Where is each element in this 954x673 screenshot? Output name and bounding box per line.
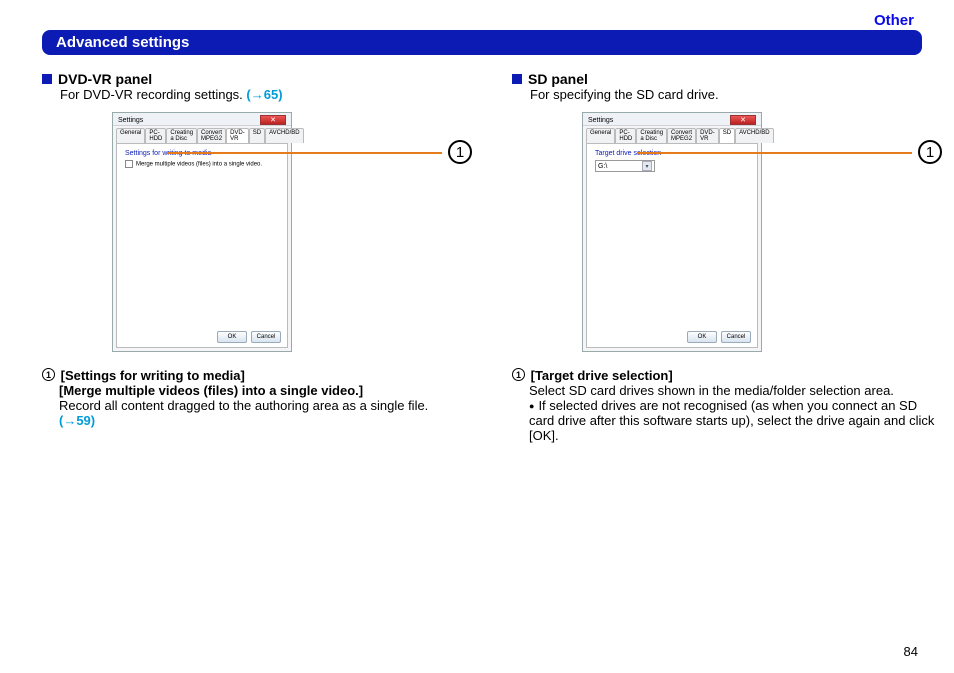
tab-create-disc[interactable]: Creating a Disc — [166, 128, 197, 143]
tab-avchdbd[interactable]: AVCHD/BD — [735, 128, 774, 143]
ok-button[interactable]: OK — [217, 331, 247, 343]
panel-title-sd: SD panel — [528, 71, 588, 87]
explain-body: Record all content dragged to the author… — [59, 398, 472, 413]
desc-text: For DVD-VR recording settings. — [60, 87, 246, 102]
link-59[interactable]: (→59) — [59, 413, 95, 428]
chevron-down-icon: ▾ — [642, 161, 652, 171]
bullet-square-icon — [42, 74, 52, 84]
cancel-button[interactable]: Cancel — [251, 331, 281, 343]
cancel-button[interactable]: Cancel — [721, 331, 751, 343]
explain-bullet: If selected drives are not recognised (a… — [529, 398, 942, 443]
tab-create-disc[interactable]: Creating a Disc — [636, 128, 667, 143]
explain-right: 1 [Target drive selection] Select SD car… — [512, 368, 942, 443]
close-icon[interactable]: ✕ — [730, 115, 756, 125]
left-column: DVD-VR panel For DVD-VR recording settin… — [42, 71, 472, 443]
drive-select[interactable]: G:\ ▾ — [595, 160, 655, 172]
circle-1-icon: 1 — [42, 368, 55, 381]
merge-checkbox[interactable] — [125, 160, 133, 168]
right-column: SD panel For specifying the SD card driv… — [512, 71, 942, 443]
screenshot-dvdvr: Settings ✕ General PC-HDD Creating a Dis… — [112, 112, 292, 352]
drive-select-value: G:\ — [598, 163, 607, 170]
circle-1-icon: 1 — [512, 368, 525, 381]
panel-desc-dvdvr: For DVD-VR recording settings. (→65) — [60, 87, 472, 102]
category-label: Other — [874, 12, 914, 29]
dialog-body: Target drive selection G:\ ▾ OK Cancel — [586, 143, 758, 348]
link-65[interactable]: (→65) — [246, 87, 282, 102]
screenshot-dvdvr-wrap: Settings ✕ General PC-HDD Creating a Dis… — [42, 112, 472, 362]
tab-pchdd[interactable]: PC-HDD — [145, 128, 166, 143]
callout-line — [167, 152, 442, 154]
explain-body: Select SD card drives shown in the media… — [529, 383, 942, 398]
ok-button[interactable]: OK — [687, 331, 717, 343]
bullet-square-icon — [512, 74, 522, 84]
tab-dvdvr[interactable]: DVD-VR — [226, 128, 249, 143]
tab-sd[interactable]: SD — [249, 128, 265, 143]
tab-pchdd[interactable]: PC-HDD — [615, 128, 636, 143]
close-icon[interactable]: ✕ — [260, 115, 286, 125]
explain-bullet-list: If selected drives are not recognised (a… — [529, 398, 942, 443]
callout-1: 1 — [448, 140, 472, 164]
explain-title-1: [Target drive selection] — [531, 368, 673, 383]
callout-1: 1 — [918, 140, 942, 164]
tab-convert-mpeg2[interactable]: Convert MPEG2 — [667, 128, 696, 143]
screenshot-sd: Settings ✕ General PC-HDD Creating a Dis… — [582, 112, 762, 352]
tab-general[interactable]: General — [586, 128, 615, 143]
tab-general[interactable]: General — [116, 128, 145, 143]
panel-title-dvdvr: DVD-VR panel — [58, 71, 152, 87]
dialog-title: Settings — [118, 117, 143, 124]
dialog-tabs: General PC-HDD Creating a Disc Convert M… — [583, 126, 761, 143]
tab-convert-mpeg2[interactable]: Convert MPEG2 — [197, 128, 226, 143]
dialog-title: Settings — [588, 117, 613, 124]
dialog-body: Settings for writing to media Merge mult… — [116, 143, 288, 348]
page-number: 84 — [904, 644, 918, 659]
panel-desc-sd: For specifying the SD card drive. — [530, 87, 942, 102]
callout-line — [637, 152, 912, 154]
section-header: Advanced settings — [42, 30, 922, 55]
screenshot-sd-wrap: Settings ✕ General PC-HDD Creating a Dis… — [512, 112, 942, 362]
tab-dvdvr[interactable]: DVD-VR — [696, 128, 719, 143]
merge-checkbox-label: Merge multiple videos (files) into a sin… — [136, 162, 262, 168]
explain-title-1: [Settings for writing to media] — [61, 368, 245, 383]
explain-title-2: [Merge multiple videos (files) into a si… — [59, 383, 363, 398]
dialog-tabs: General PC-HDD Creating a Disc Convert M… — [113, 126, 291, 143]
tab-sd[interactable]: SD — [719, 128, 735, 143]
explain-left: 1 [Settings for writing to media] [Merge… — [42, 368, 472, 428]
tab-avchdbd[interactable]: AVCHD/BD — [265, 128, 304, 143]
